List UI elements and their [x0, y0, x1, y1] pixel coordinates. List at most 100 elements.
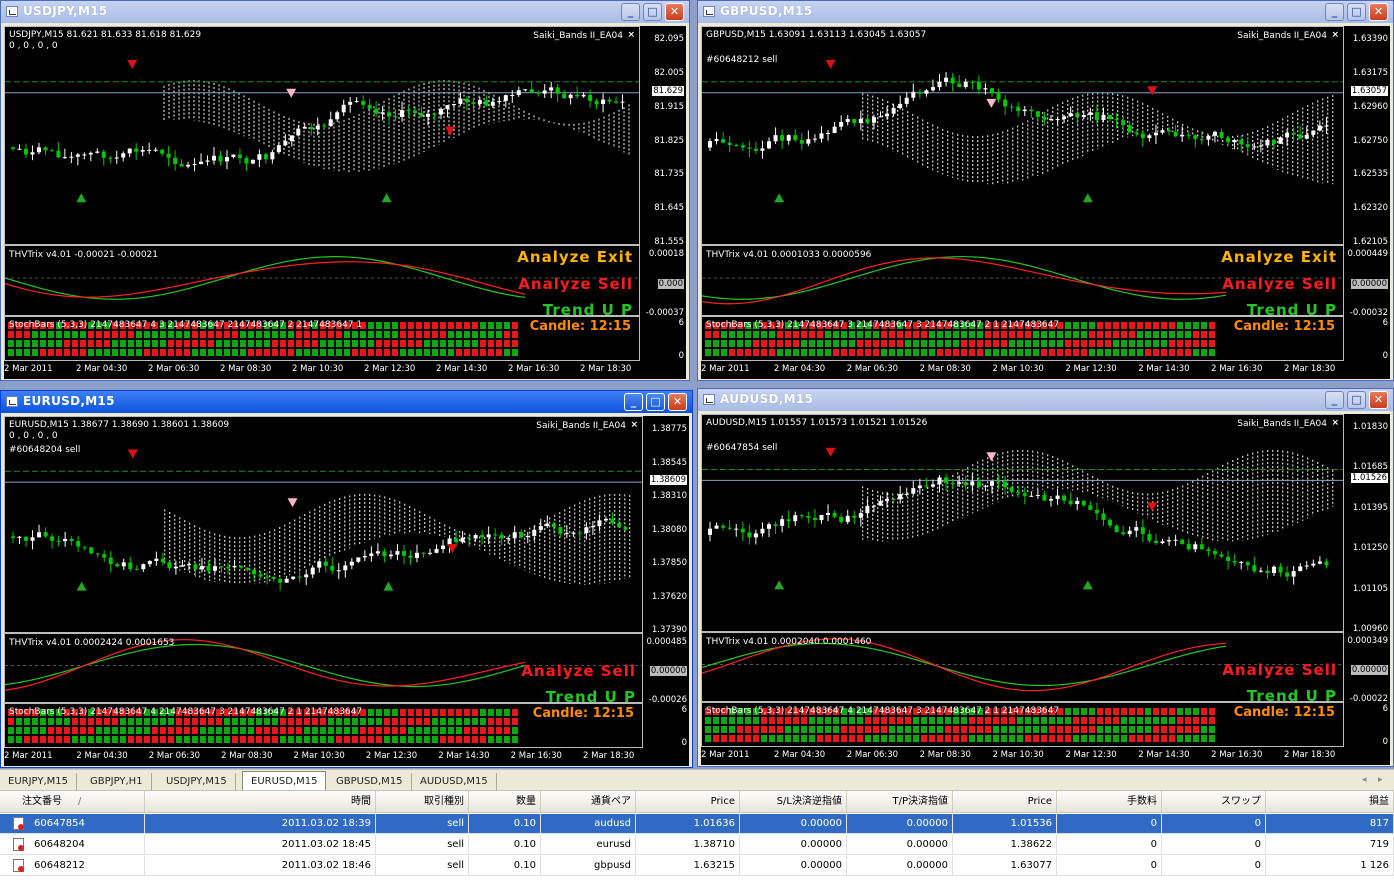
maximize-button[interactable]: □ [1347, 3, 1366, 21]
minimize-button[interactable]: _ [624, 393, 643, 411]
stoch-cell [160, 736, 166, 743]
ea-close-icon[interactable]: × [1331, 30, 1339, 40]
window-titlebar[interactable]: USDJPY,M15 _ □ ✕ [1, 1, 689, 23]
candle-body [727, 527, 732, 529]
chart-area[interactable]: GBPUSD,M15 1.63091 1.63113 1.63045 1.630… [701, 26, 1390, 379]
trix-pane[interactable]: THVTrix v4.01 -0.00021 -0.00021 Analyze E… [4, 245, 640, 316]
candle-body [199, 161, 204, 165]
chart-window-gbpusd[interactable]: GBPUSD,M15 _ □ ✕ GBPUSD,M15 1.63091 1.63113 … [697, 0, 1394, 381]
stoch-cell [168, 736, 174, 743]
col-commission[interactable]: 手数料 [1057, 791, 1162, 813]
chart-window-eurusd[interactable]: EURUSD,M15 _ □ ✕ EURUSD,M15 1.38677 1.38690 … [0, 390, 693, 768]
col-order-number[interactable]: 注文番号 / [0, 791, 145, 813]
stoch-cell [360, 340, 366, 347]
ea-close-icon[interactable]: × [627, 30, 635, 40]
tab-eurjpy[interactable]: EURJPY,M15 [0, 773, 77, 790]
maximize-button[interactable]: □ [1347, 391, 1366, 409]
stochbars-pane[interactable]: StochBars (5,3,3) 2147483647 4 214748364… [4, 703, 643, 748]
col-volume[interactable]: 数量 [469, 791, 541, 813]
ea-close-icon[interactable]: × [1331, 418, 1339, 428]
stoch-cell [96, 331, 102, 338]
price-pane[interactable]: GBPUSD,M15 1.63091 1.63113 1.63045 1.630… [701, 26, 1344, 245]
stoch-cell [961, 717, 967, 724]
trix-pane[interactable]: THVTrix v4.01 0.0002040 0.0001460 Analyze… [701, 632, 1344, 702]
time-tick: 2 Mar 06:30 [148, 751, 201, 761]
stoch-cell [480, 340, 486, 347]
tab-scroll-right-icon[interactable]: ▸ [1378, 775, 1383, 785]
stoch-cell [793, 717, 799, 724]
stoch-cell [264, 718, 270, 725]
close-button[interactable]: ✕ [665, 3, 684, 21]
table-cell: 2011.03.02 18:46 [145, 856, 376, 876]
stoch-cell [1097, 717, 1103, 724]
trix-pane[interactable]: THVTrix v4.01 0.0001033 0.0000596 Analyze… [701, 245, 1344, 316]
col-profit[interactable]: 損益 [1266, 791, 1394, 813]
candle-body [252, 569, 257, 575]
price-pane[interactable]: USDJPY,M15 81.621 81.633 81.618 81.629 0 … [4, 26, 640, 245]
table-row[interactable]: 60648212 2011.03.02 18:46 sell 0.10 gbpusd 1.… [0, 856, 1394, 876]
chart-area[interactable]: EURUSD,M15 1.38677 1.38690 1.38601 1.386… [4, 416, 689, 766]
candle-body [56, 540, 61, 542]
stoch-cell [1073, 331, 1079, 338]
stoch-cell [176, 718, 182, 725]
stoch-cell [16, 727, 22, 734]
time-tick: 2 Mar 14:30 [1138, 750, 1190, 760]
tab-usdjpy[interactable]: USDJPY,M15 [158, 773, 236, 790]
close-button[interactable]: ✕ [1369, 3, 1388, 21]
tab-eurusd[interactable]: EURUSD,M15 [242, 771, 327, 791]
maximize-button[interactable]: □ [643, 3, 662, 21]
price-pane[interactable]: EURUSD,M15 1.38677 1.38690 1.38601 1.386… [4, 416, 643, 633]
col-sl[interactable]: S/L決済逆指値 [740, 791, 847, 813]
window-titlebar[interactable]: AUDUSD,M15 _ □ ✕ [698, 389, 1393, 411]
stochbars-pane[interactable]: StochBars (5,3,3) 2147483647 4 214748364… [701, 702, 1344, 747]
stoch-cell [1161, 726, 1167, 733]
col-type[interactable]: 取引種別 [376, 791, 469, 813]
stoch-cell [1049, 717, 1055, 724]
candle-body [623, 527, 628, 530]
stochbars-pane[interactable]: StochBars (5,3,3) 2147483647 4 3 2147483… [4, 316, 640, 361]
candle-body [1180, 134, 1185, 137]
stoch-cell [488, 340, 494, 347]
chart-window-audusd[interactable]: AUDUSD,M15 _ □ ✕ AUDUSD,M15 1.01557 1.01573 … [697, 388, 1394, 767]
close-button[interactable]: ✕ [668, 393, 687, 411]
candle-body [1186, 543, 1191, 550]
col-swap[interactable]: スワップ [1162, 791, 1266, 813]
candle-body [284, 578, 289, 583]
trix-pane[interactable]: THVTrix v4.01 0.0002424 0.0001653 Analyze… [4, 633, 643, 703]
chart-area[interactable]: USDJPY,M15 81.621 81.633 81.618 81.629 0 … [4, 26, 686, 379]
candle-body [1003, 481, 1008, 488]
stoch-cell [208, 349, 214, 356]
close-button[interactable]: ✕ [1369, 391, 1388, 409]
minimize-button[interactable]: _ [621, 3, 640, 21]
table-cell: 1.38710 [636, 835, 740, 855]
candle-body [464, 98, 469, 103]
stoch-cell [1129, 717, 1135, 724]
stoch-cell [1105, 717, 1111, 724]
tab-gbpjpy[interactable]: GBPJPY,H1 [82, 773, 152, 790]
stoch-cell [929, 331, 935, 338]
stoch-cell [1169, 708, 1175, 715]
chart-area[interactable]: AUDUSD,M15 1.01557 1.01573 1.01521 1.015… [701, 414, 1390, 765]
tab-audusd[interactable]: AUDUSD,M15 [412, 773, 497, 790]
tab-gbpusd[interactable]: GBPUSD,M15 [328, 773, 412, 790]
price-pane[interactable]: AUDUSD,M15 1.01557 1.01573 1.01521 1.015… [701, 414, 1344, 632]
table-row[interactable]: 60648204 2011.03.02 18:45 sell 0.10 eurusd 1.… [0, 835, 1394, 855]
col-time[interactable]: 時間 [145, 791, 376, 813]
stoch-cell [745, 340, 751, 347]
stoch-cell [1177, 322, 1183, 329]
window-titlebar[interactable]: GBPUSD,M15 _ □ ✕ [698, 1, 1393, 23]
tab-scroll-left-icon[interactable]: ◂ [1362, 775, 1367, 785]
col-open-price[interactable]: Price [636, 791, 740, 813]
stochbars-pane[interactable]: StochBars (5,3,3) 2147483647 3 214748364… [701, 316, 1344, 361]
window-titlebar[interactable]: EURUSD,M15 _ □ ✕ [1, 391, 692, 413]
minimize-button[interactable]: _ [1325, 391, 1344, 409]
chart-window-usdjpy[interactable]: USDJPY,M15 _ □ ✕ USDJPY,M15 81.621 81.633 81… [0, 0, 690, 381]
col-symbol[interactable]: 通貨ペア [541, 791, 636, 813]
ea-close-icon[interactable]: × [630, 420, 638, 430]
minimize-button[interactable]: _ [1325, 3, 1344, 21]
maximize-button[interactable]: □ [646, 393, 665, 411]
stoch-cell [456, 736, 462, 743]
col-tp[interactable]: T/P決済指値 [847, 791, 953, 813]
table-row[interactable]: 60647854 2011.03.02 18:39 sell 0.10 audusd 1.… [0, 814, 1394, 834]
col-current-price[interactable]: Price [953, 791, 1057, 813]
